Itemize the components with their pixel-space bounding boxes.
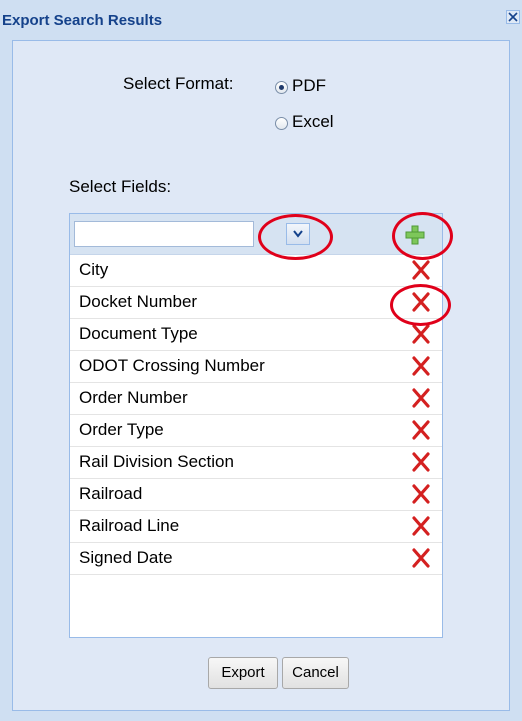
export-dialog: Export Search Results Select Format: PDF…	[0, 0, 522, 721]
plus-icon	[405, 225, 425, 245]
x-icon[interactable]	[411, 516, 431, 536]
field-label: Order Number	[79, 388, 188, 407]
close-button[interactable]	[506, 10, 520, 24]
list-item: Rail Division Section	[70, 447, 442, 479]
fields-grid: City Docket Number Document Type ODOT Cr…	[69, 213, 443, 638]
list-item: Order Number	[70, 383, 442, 415]
field-label: Railroad	[79, 484, 143, 503]
fields-grid-header	[70, 214, 442, 255]
add-field-button[interactable]	[404, 224, 426, 246]
excel-radio-label[interactable]: Excel	[292, 112, 334, 132]
close-icon	[508, 12, 518, 22]
list-item: Railroad Line	[70, 511, 442, 543]
x-icon[interactable]	[411, 452, 431, 472]
field-label: Rail Division Section	[79, 452, 234, 471]
chevron-down-icon	[293, 230, 303, 238]
cancel-button[interactable]: Cancel	[282, 657, 349, 689]
field-label: Signed Date	[79, 548, 173, 567]
select-fields-label: Select Fields:	[69, 177, 172, 196]
list-item: City	[70, 255, 442, 287]
field-label: Order Type	[79, 420, 164, 439]
x-icon[interactable]	[411, 356, 431, 376]
dialog-titlebar: Export Search Results	[0, 0, 522, 40]
select-format-label: Select Format:	[123, 74, 234, 93]
field-label: Document Type	[79, 324, 198, 343]
pdf-radio-label[interactable]: PDF	[292, 76, 326, 96]
x-icon[interactable]	[411, 420, 431, 440]
dialog-title: Export Search Results	[2, 12, 163, 29]
x-icon[interactable]	[411, 388, 431, 408]
x-icon[interactable]	[411, 548, 431, 568]
x-icon[interactable]	[411, 292, 431, 312]
x-icon[interactable]	[411, 260, 431, 280]
excel-radio[interactable]	[275, 117, 288, 130]
list-item: Docket Number	[70, 287, 442, 319]
list-item: Signed Date	[70, 543, 442, 575]
list-item: Order Type	[70, 415, 442, 447]
list-item: ODOT Crossing Number	[70, 351, 442, 383]
export-button[interactable]: Export	[208, 657, 278, 689]
x-icon[interactable]	[411, 484, 431, 504]
list-item: Railroad	[70, 479, 442, 511]
field-label: ODOT Crossing Number	[79, 356, 265, 375]
field-label: Docket Number	[79, 292, 198, 311]
x-icon[interactable]	[411, 324, 431, 344]
field-label: Railroad Line	[79, 516, 180, 535]
pdf-radio[interactable]	[275, 81, 288, 94]
field-label: City	[79, 260, 109, 279]
list-item: Document Type	[70, 319, 442, 351]
field-combo-input[interactable]	[74, 221, 254, 247]
field-dropdown-button[interactable]	[286, 223, 310, 245]
